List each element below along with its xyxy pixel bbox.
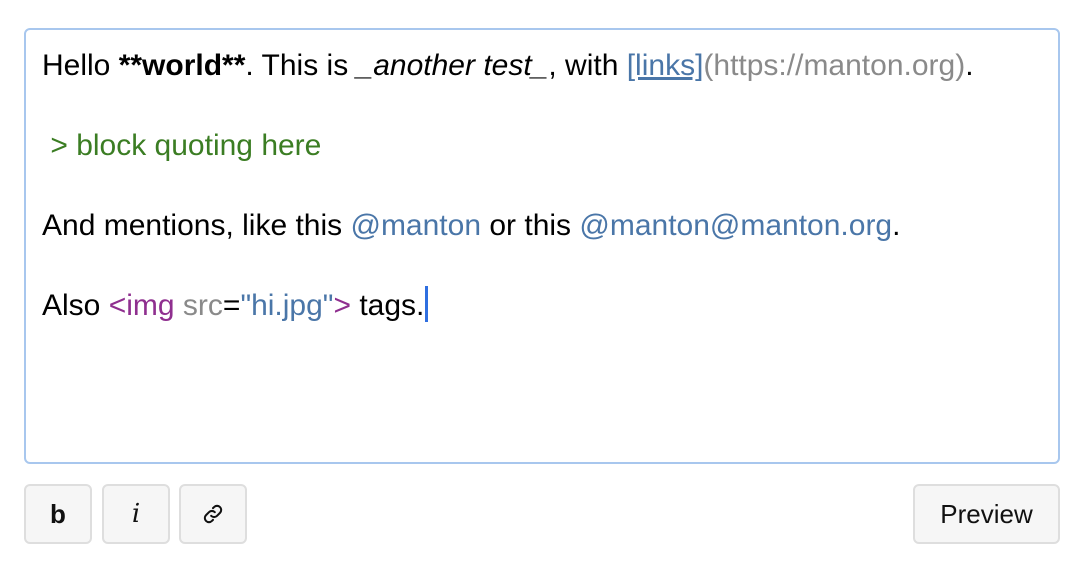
plain-text: or this [481, 209, 580, 242]
italic-button[interactable]: i [102, 484, 170, 544]
preview-button[interactable]: Preview [913, 484, 1060, 544]
plain-text: . [965, 49, 974, 82]
html-tag-close: > [333, 289, 351, 322]
text-caret [425, 286, 429, 322]
plain-text: And mentions, like this [42, 209, 351, 242]
editor-line-1: Hello **world**. This is _another test_,… [42, 46, 1042, 86]
editor-line-4: Also <img src="hi.jpg"> tags. [42, 286, 1042, 326]
post-text-editor[interactable]: Hello **world**. This is _another test_,… [24, 28, 1060, 464]
markdown-bold-text: **world** [118, 49, 246, 82]
html-attribute-value: "hi.jpg" [240, 289, 334, 322]
link-button[interactable] [179, 484, 247, 544]
plain-text: Also [42, 289, 109, 322]
plain-text [175, 289, 183, 322]
markdown-italic-text: _another test_ [356, 49, 549, 82]
html-tag-open: <img [108, 289, 175, 322]
mention: @manton [350, 209, 482, 242]
markdown-link-url: (https://manton.org) [703, 49, 966, 82]
plain-text: . This is [245, 49, 357, 82]
editor-line-3: And mentions, like this @manton or this … [42, 206, 1042, 246]
markdown-link-text[interactable]: [links] [627, 49, 704, 82]
plain-text: , with [548, 49, 627, 82]
link-icon [202, 503, 224, 525]
mention: @manton@manton.org [579, 209, 893, 242]
plain-text: Hello [42, 49, 119, 82]
blockquote-line: > block quoting here [42, 129, 322, 162]
bold-button[interactable]: b [24, 484, 92, 544]
html-attribute: src [182, 289, 223, 322]
plain-text: . [892, 209, 901, 242]
plain-text: tags. [351, 289, 425, 322]
plain-text: = [222, 289, 241, 322]
